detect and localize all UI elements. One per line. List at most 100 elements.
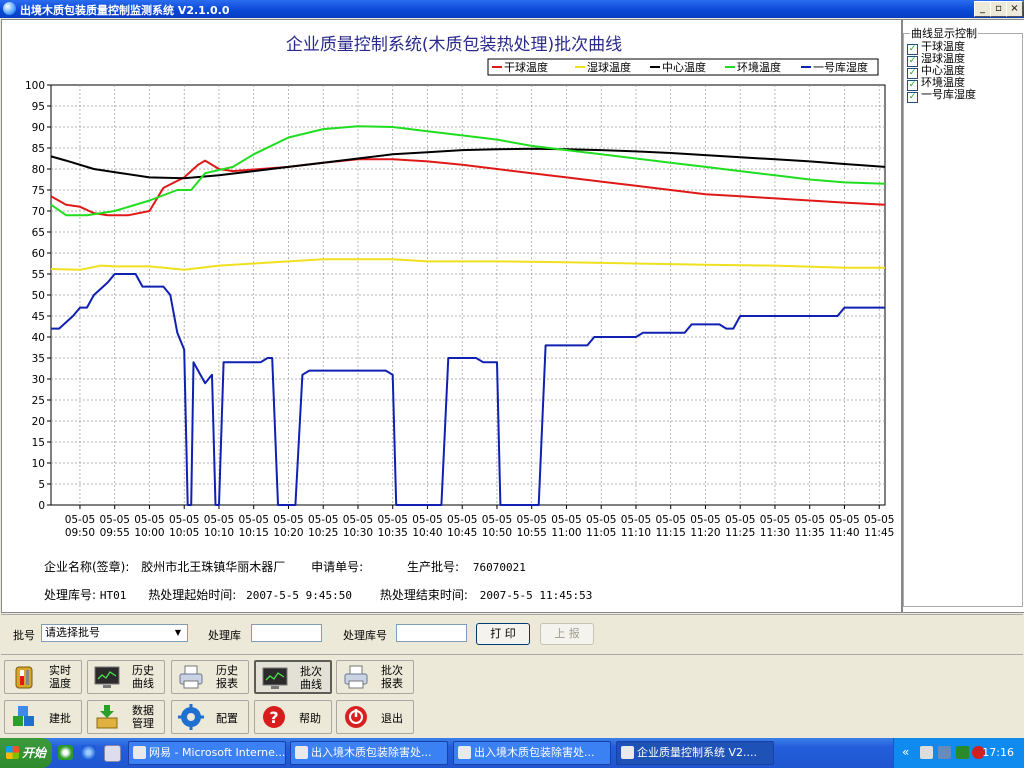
x-tick-time-label: 10:40	[412, 527, 442, 539]
checkbox-store1-humidity[interactable]: ✓ 一号库湿度	[904, 89, 1022, 103]
time-row: 处理库号: HT01 热处理起始时间: 2007-5-5 9:45:50 热处理…	[44, 586, 592, 603]
show-desktop-icon[interactable]	[104, 745, 121, 762]
restore-button[interactable]: ▫	[990, 1, 1007, 17]
batch-report-button[interactable]: 批次 报表	[336, 660, 414, 694]
printer-icon	[344, 665, 368, 689]
x-tick-time-label: 09:55	[100, 527, 130, 539]
x-tick-time-label: 10:45	[447, 527, 477, 539]
start-time-label: 热处理起始时间:	[148, 588, 237, 602]
apply-label: 申请单号:	[311, 560, 364, 574]
legend-entry: 干球温度	[504, 60, 548, 74]
exit-label: 退出	[381, 712, 403, 725]
x-tick-date-label: 05-05	[447, 514, 478, 526]
company-value: 胶州市北王珠镇华丽木器厂	[141, 560, 286, 574]
x-tick-time-label: 10:30	[343, 527, 373, 539]
print-button[interactable]: 打 印	[476, 623, 530, 645]
y-tick-label: 70	[32, 206, 45, 218]
x-tick-date-label: 05-05	[169, 514, 200, 526]
printer-icon	[179, 665, 203, 689]
x-tick-date-label: 05-05	[690, 514, 721, 526]
window-title-bar[interactable]: 出境木质包装质量控制监测系统 V2.1.0.0 _ ▫ ×	[0, 0, 1024, 18]
y-tick-label: 95	[32, 101, 45, 113]
minimize-button[interactable]: _	[974, 1, 991, 17]
data-manage-button[interactable]: 数据 管理	[87, 700, 165, 734]
tray-app-icon[interactable]	[956, 746, 969, 759]
history-curve-button[interactable]: 历史 曲线	[87, 660, 165, 694]
x-tick-date-label: 05-05	[482, 514, 513, 526]
taskbar-item[interactable]: 出入境木质包装除害处...	[453, 741, 611, 765]
network-icon[interactable]	[938, 746, 951, 759]
speaker-icon[interactable]	[920, 746, 933, 759]
y-tick-label: 15	[32, 437, 45, 449]
history-report-button[interactable]: 历史 报表	[171, 660, 249, 694]
y-tick-label: 20	[32, 416, 45, 428]
batch-curve-button[interactable]: 批次 曲线	[254, 660, 332, 694]
y-tick-label: 25	[32, 395, 45, 407]
x-tick-date-label: 05-05	[760, 514, 791, 526]
y-tick-label: 0	[38, 500, 45, 512]
chart-panel: 企业质量控制系统(木质包装热处理)批次曲线 干球温度 湿球温度 中心温度 环境温度 一号…	[1, 19, 902, 613]
x-tick-date-label: 05-05	[794, 514, 825, 526]
x-tick-time-label: 10:55	[517, 527, 547, 539]
help-icon: ?	[263, 706, 285, 728]
create-batch-button[interactable]: 建批	[4, 700, 82, 734]
window-icon	[133, 746, 146, 759]
help-button[interactable]: ? 帮助	[254, 700, 332, 734]
upload-button[interactable]: 上 报	[540, 623, 594, 645]
check-icon[interactable]: ✓	[907, 92, 918, 103]
x-tick-date-label: 05-05	[621, 514, 652, 526]
window-title: 出境木质包装质量控制监测系统 V2.1.0.0	[20, 4, 230, 17]
realtime-temp-button[interactable]: 实时 温度	[4, 660, 82, 694]
chart-legend: 干球温度 湿球温度 中心温度 环境温度 一号库湿度	[487, 58, 879, 76]
y-tick-label: 30	[32, 374, 45, 386]
x-tick-date-label: 05-05	[864, 514, 895, 526]
x-tick-date-label: 05-05	[829, 514, 860, 526]
x-tick-time-label: 11:35	[795, 527, 825, 539]
taskbar-item-active[interactable]: 企业质量控制系统 V2....	[616, 741, 774, 765]
x-tick-date-label: 05-05	[134, 514, 165, 526]
ie-icon[interactable]	[81, 745, 96, 760]
y-tick-label: 40	[32, 332, 45, 344]
tray-expand-icon[interactable]: «	[902, 745, 909, 759]
taskbar-item-label: 出入境木质包装除害处...	[311, 746, 432, 759]
chart-grid	[50, 84, 886, 506]
taskbar-item[interactable]: 出入境木质包装除害处...	[290, 741, 448, 765]
download-box-icon	[96, 705, 118, 729]
y-tick-label: 45	[32, 311, 45, 323]
x-tick-time-label: 10:00	[134, 527, 164, 539]
batch-select[interactable]: 请选择批号 ▼	[41, 624, 188, 642]
x-tick-time-label: 11:25	[725, 527, 755, 539]
store-no-input[interactable]	[396, 624, 467, 642]
media-player-icon[interactable]	[58, 745, 73, 760]
x-tick-date-label: 05-05	[238, 514, 269, 526]
x-tick-time-label: 10:15	[239, 527, 269, 539]
x-tick-time-label: 11:15	[656, 527, 686, 539]
x-tick-date-label: 05-05	[551, 514, 582, 526]
x-tick-time-label: 11:45	[864, 527, 894, 539]
taskbar-item-label: 网易 - Microsoft Interne...	[149, 746, 286, 759]
data-manage-label: 数据 管理	[132, 704, 154, 730]
monitor-curve-icon	[262, 667, 288, 689]
start-button[interactable]: 开始	[0, 738, 52, 768]
x-tick-time-label: 10:25	[308, 527, 338, 539]
end-time-value: 2007-5-5 11:45:53	[479, 589, 593, 602]
exit-button[interactable]: 退出	[336, 700, 414, 734]
y-tick-label: 100	[25, 80, 45, 92]
x-tick-time-label: 10:20	[273, 527, 303, 539]
curve-display-control: 曲线显示控制 ✓ 干球温度 ✓ 湿球温度 ✓ 中心温度 ✓ 环境温度 ✓ 一号库湿度	[902, 19, 1024, 613]
realtime-temp-label: 实时 温度	[49, 664, 71, 690]
x-tick-date-label: 05-05	[204, 514, 235, 526]
close-button[interactable]: ×	[1006, 1, 1023, 17]
x-tick-time-label: 09:50	[65, 527, 95, 539]
store-input[interactable]	[251, 624, 322, 642]
config-button[interactable]: 配置	[171, 700, 249, 734]
x-tick-time-label: 10:05	[169, 527, 199, 539]
y-tick-label: 60	[32, 248, 45, 260]
taskbar-item[interactable]: 网易 - Microsoft Interne...	[128, 741, 286, 765]
batch-label: 批号	[13, 629, 35, 642]
y-tick-label: 90	[32, 122, 45, 134]
batch-curve-chart: 企业质量控制系统(木质包装热处理)批次曲线 干球温度 湿球温度 中心温度 环境温度 一号…	[25, 35, 895, 539]
chevron-down-icon[interactable]: ▼	[171, 626, 185, 640]
company-row: 企业名称(签章): 胶州市北王珠镇华丽木器厂 申请单号: 生产批号: 76070…	[44, 558, 526, 575]
x-tick-date-label: 05-05	[343, 514, 374, 526]
